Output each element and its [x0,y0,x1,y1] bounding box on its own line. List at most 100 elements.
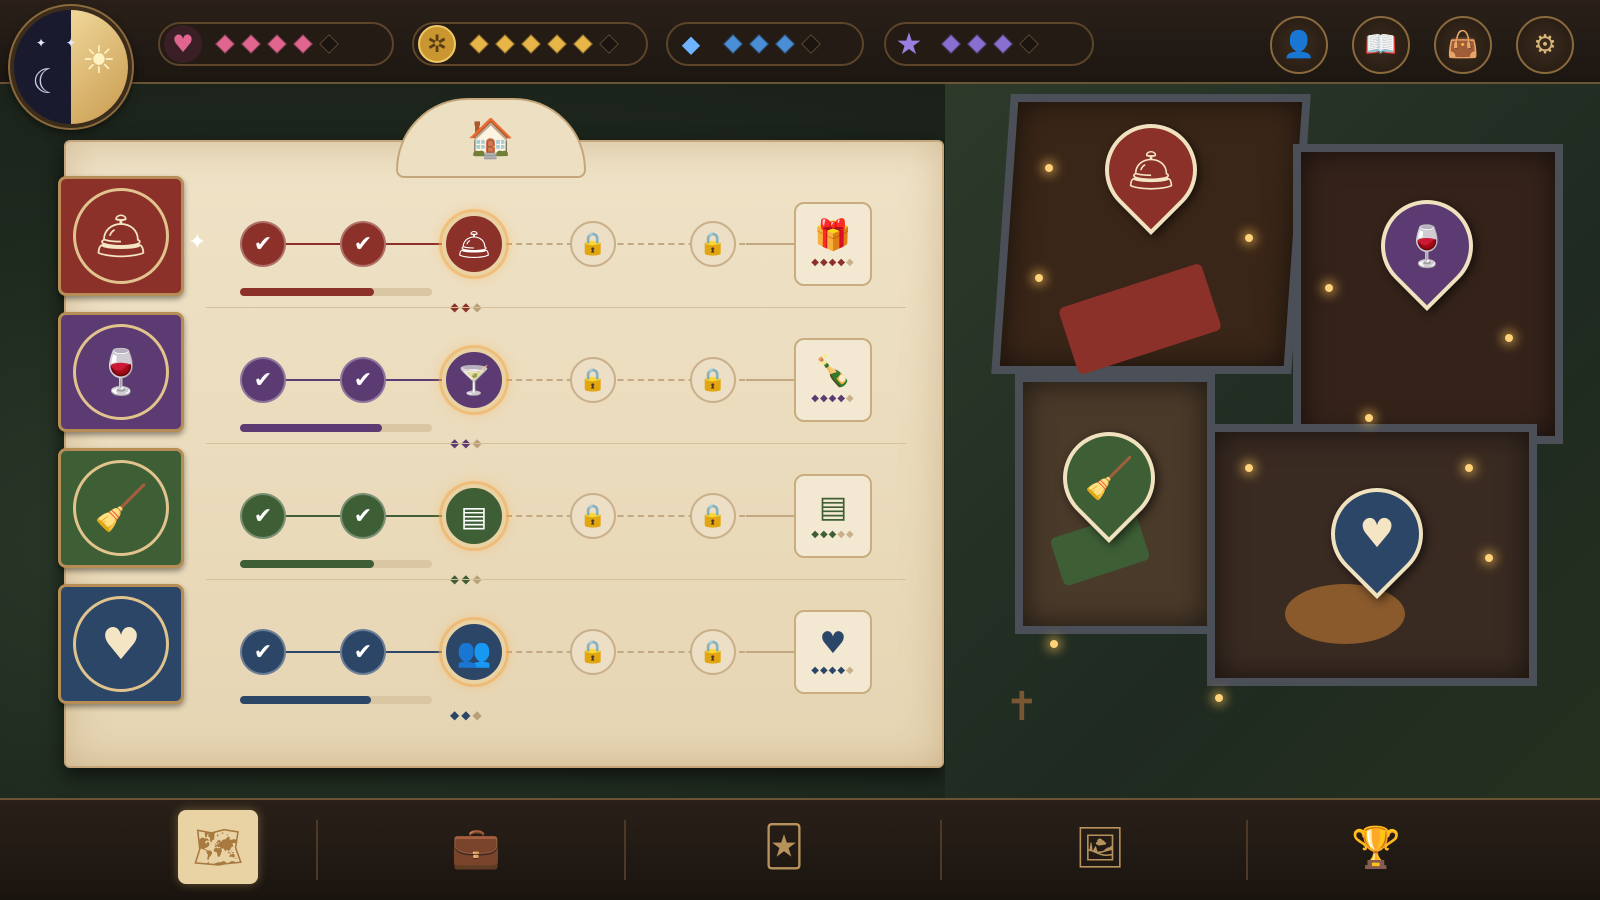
profile-icon: 👤 [1282,30,1316,60]
gift-icon: 🎁 [814,217,852,253]
reward-box-hospitality[interactable]: 🎁 ◆◆◆◆◆ [794,202,872,286]
heart-icon: ♥ [819,625,847,661]
trophy-icon: 🏆 [1351,824,1401,871]
star-icon: ★ [895,26,923,62]
current-node-hospitality[interactable]: 🛎 [442,212,506,276]
top-bar: ♥ ✲ ◆ ★ 👤 📖 👜 ⚙ [0,0,1600,84]
portrait-icon: 🖼 [1074,824,1126,871]
checkmark-icon: ✔ [353,639,373,665]
checkmark-icon: ✔ [253,639,273,665]
map-icon: 🗺 [192,824,244,871]
heart-pip [319,34,339,54]
locked-node[interactable]: 🔒 [690,493,736,539]
reward-box-cleaning[interactable]: ▤ ◆◆◆◆◆ [794,474,872,558]
locked-node[interactable]: 🔒 [690,357,736,403]
heart-pip [241,34,261,54]
map-button[interactable]: 🗺 [178,810,258,884]
track-gem-pips: ◆◆◆ [450,708,484,722]
current-node-bar[interactable]: 🍸 [442,348,506,412]
locked-node[interactable]: 🔒 [690,221,736,267]
track-progress-bar [240,696,432,704]
gem-pip [775,34,795,54]
towels-icon: ▤ [460,499,488,533]
portrait-button[interactable]: 🖼 [1060,810,1140,884]
wine-icon: 🍷 [73,324,169,420]
star-pip [1019,34,1039,54]
track-progress-bar [240,288,432,296]
medkit-button[interactable]: 💼 [436,810,516,884]
sun-icon: ☀ [81,38,116,82]
trophy-button[interactable]: 🏆 [1336,810,1416,884]
bag-icon: 👜 [1446,30,1480,60]
track-banner-care[interactable]: ♥ [58,584,184,704]
lock-icon: 🔒 [579,367,607,393]
manor-map[interactable]: 🛎 🍷 🧹 ♥ ✝ [945,84,1600,798]
stars-stat: ★ [884,22,1094,66]
coin-pip [599,34,619,54]
cards-icon: 🃏 [763,824,805,870]
completed-node[interactable]: ✔ [340,629,386,675]
lock-icon: 🔒 [579,503,607,529]
completed-node[interactable]: ✔ [340,357,386,403]
journal-button[interactable]: 📖 [1352,16,1410,74]
current-node-care[interactable]: 👥 [442,620,506,684]
track-banner-hospitality[interactable]: 🛎 [58,176,184,296]
lock-icon: 🔒 [699,231,727,257]
completed-node[interactable]: ✔ [340,493,386,539]
track-banner-cleaning[interactable]: 🧹 [58,448,184,568]
skill-track-care: ♥ ✔ ✔ 👥 🔒 🔒 ♥ ◆◆◆◆◆ ◆◆◆ [58,580,946,722]
locked-node[interactable]: 🔒 [570,357,616,403]
completed-node[interactable]: ✔ [340,221,386,267]
medkit-icon: 💼 [451,824,501,871]
checkmark-icon: ✔ [253,367,273,393]
lock-icon: 🔒 [699,639,727,665]
track-banner-bar[interactable]: 🍷 [58,312,184,432]
current-node-cleaning[interactable]: ▤ [442,484,506,548]
service-bell-icon: 🛎 [456,227,492,261]
star-pip [993,34,1013,54]
locked-node[interactable]: 🔒 [690,629,736,675]
profile-button[interactable]: 👤 [1270,16,1328,74]
checkmark-icon: ✔ [353,231,373,257]
cards-button[interactable]: 🃏 [744,810,824,884]
lock-icon: 🔒 [579,639,607,665]
coin-pip [469,34,489,54]
completed-node[interactable]: ✔ [240,493,286,539]
completed-node[interactable]: ✔ [240,357,286,403]
skill-tree-panel: 🏠 🛎 ✦ ✔ ✔ 🛎 🔒 🔒 🎁 ◆◆◆◆◆ ◆◆◆ 🍷 ✔ ✔ 🍸 🔒 🔒 🍾 ◆◆◆◆◆ ◆◆◆… [58,98,946,768]
reward-box-care[interactable]: ♥ ◆◆◆◆◆ [794,610,872,694]
reward-pips: ◆◆◆◆◆ [811,664,855,676]
heart-pip [215,34,235,54]
towels-icon: ▤ [818,489,848,525]
gem-pip [801,34,821,54]
bag-button[interactable]: 👜 [1434,16,1492,74]
moon-icon: ☾ [32,62,63,102]
service-bell-icon: 🛎 [73,188,169,284]
completed-node[interactable]: ✔ [240,629,286,675]
checkmark-icon: ✔ [253,503,273,529]
coin-pip [495,34,515,54]
wine-icon: 🍷 [1402,223,1452,270]
coin-pips [466,34,622,54]
lock-icon: 🔒 [699,367,727,393]
heart-pip [293,34,313,54]
reward-box-bar[interactable]: 🍾 ◆◆◆◆◆ [794,338,872,422]
track-progress-bar [240,424,432,432]
bottle-icon: 🍾 [814,353,852,389]
completed-node[interactable]: ✔ [240,221,286,267]
checkmark-icon: ✔ [353,503,373,529]
gem-pip [749,34,769,54]
locked-node[interactable]: 🔒 [570,221,616,267]
signpost: ✝ [1005,684,1039,730]
panel-header-crest: 🏠 [396,98,586,178]
lock-icon: 🔒 [699,503,727,529]
locked-node[interactable]: 🔒 [570,493,616,539]
hearts-stat: ♥ [158,22,394,66]
gem-icon: ◆ [681,30,701,58]
day-night-dial[interactable]: ✦ ✦ ☾ ☀ [10,6,132,128]
reward-pips: ◆◆◆◆◆ [811,256,855,268]
coin-pip [573,34,593,54]
broom-icon: 🧹 [1084,455,1134,502]
locked-node[interactable]: 🔒 [570,629,616,675]
settings-button[interactable]: ⚙ [1516,16,1574,74]
